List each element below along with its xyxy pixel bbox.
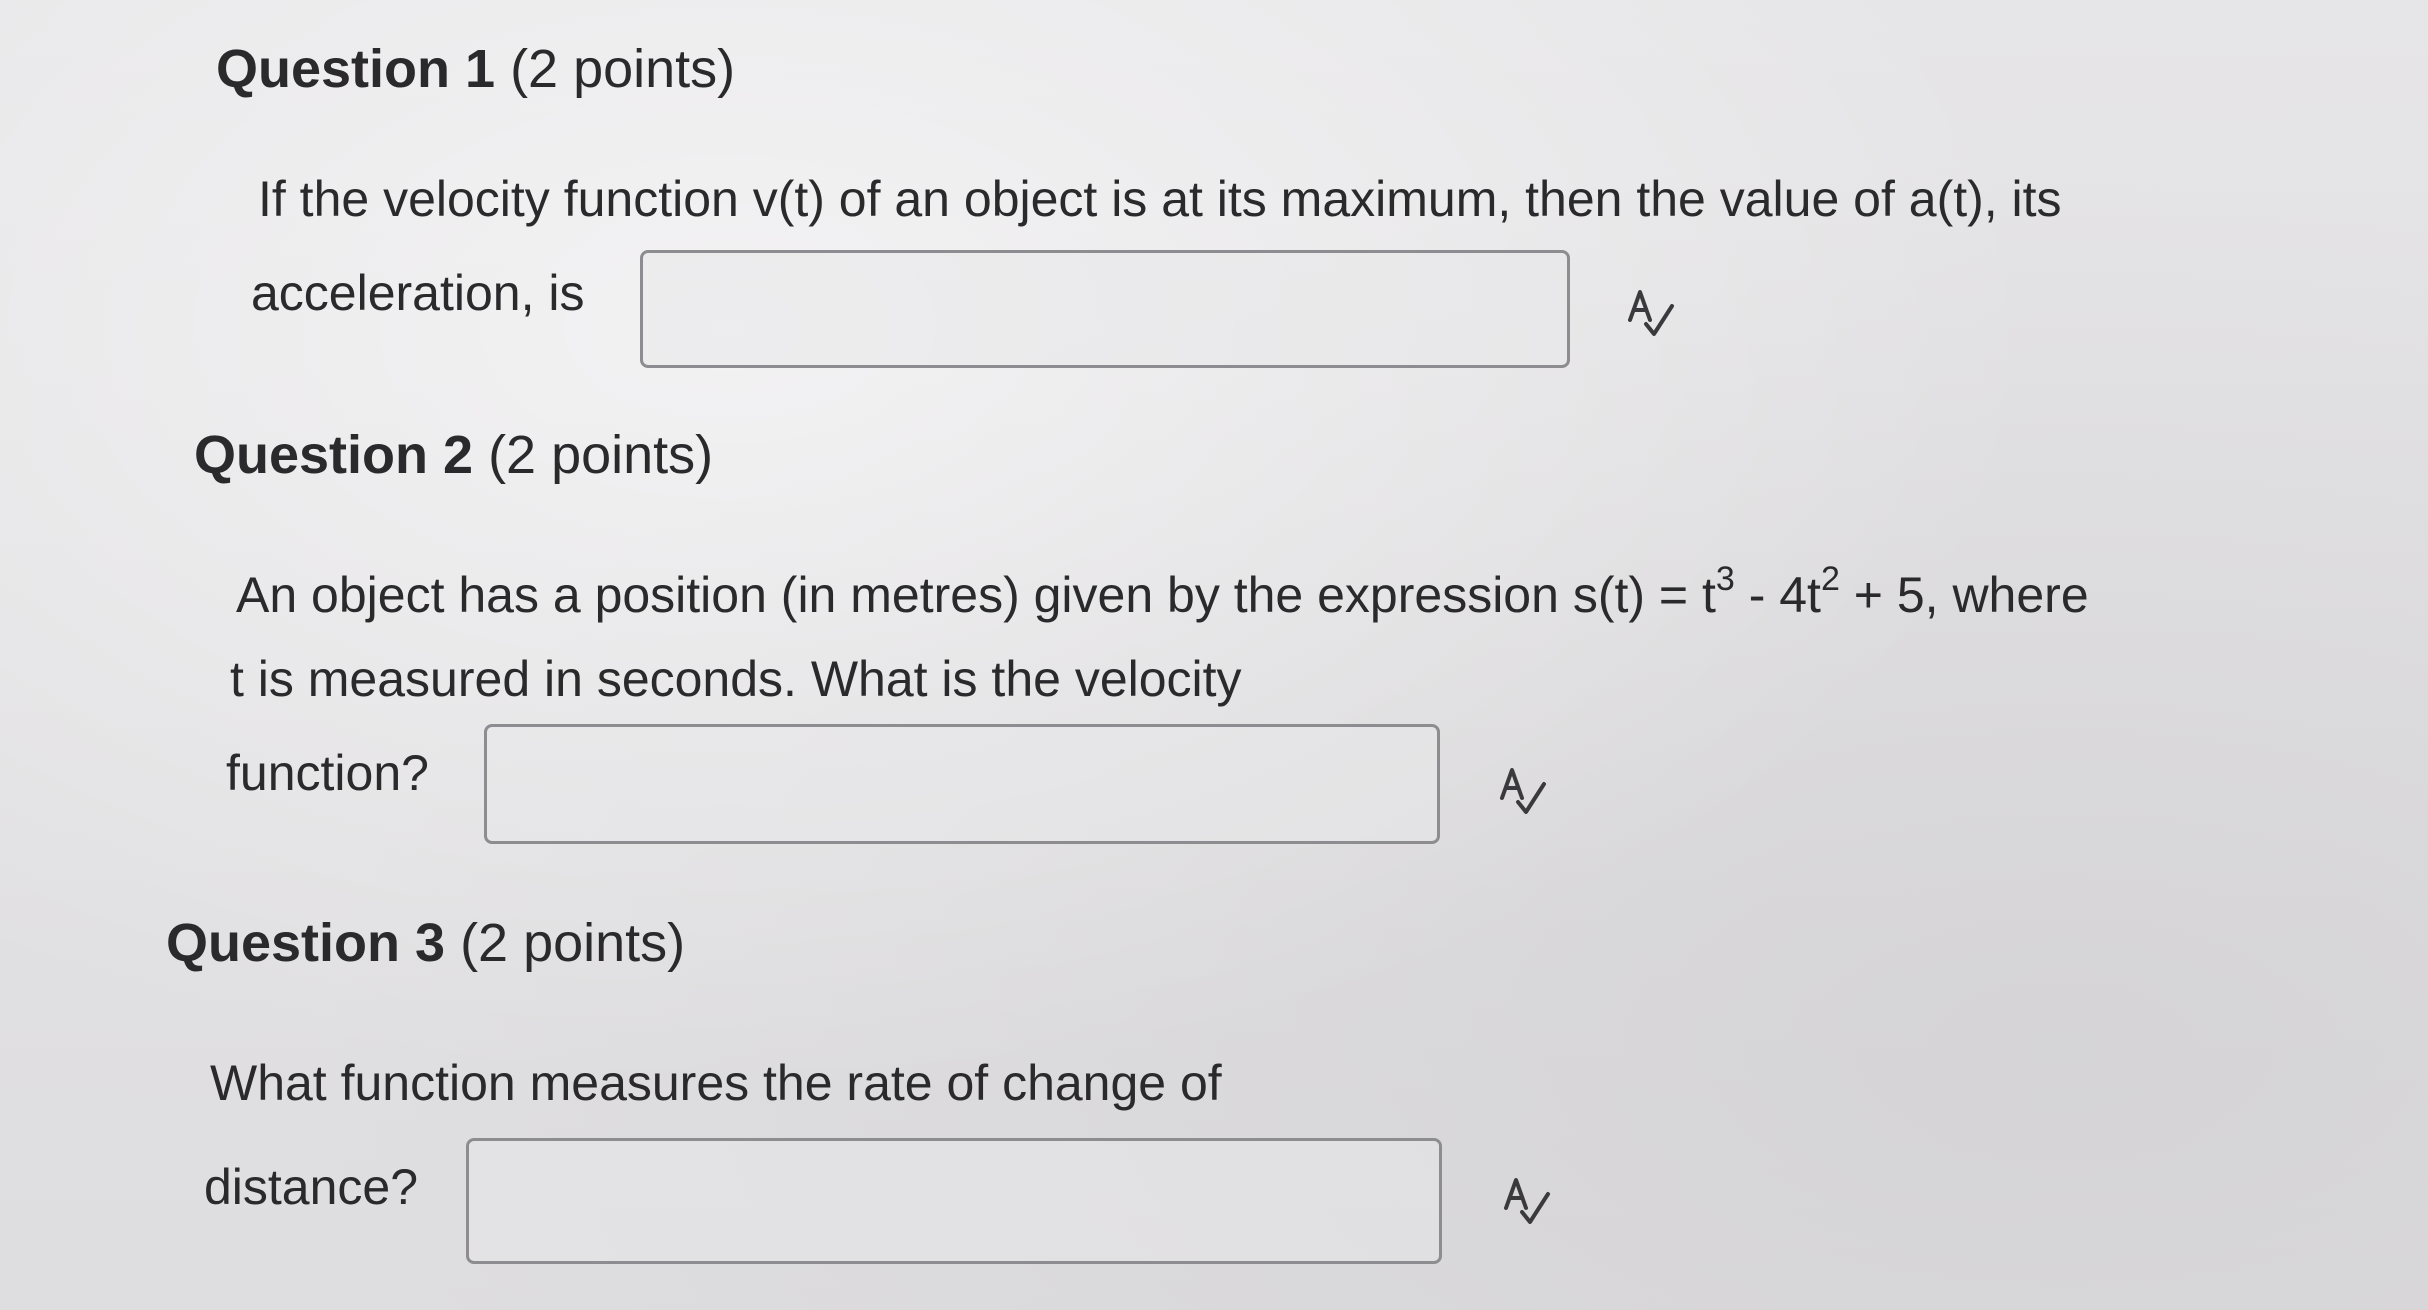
question-2-expression-part-2: - 4t	[1734, 567, 1821, 623]
question-2-prompt-line-1: An object has a position (in metres) giv…	[236, 562, 2089, 624]
question-1-points: (2 points)	[510, 39, 736, 99]
question-2-answer-input[interactable]	[484, 724, 1440, 844]
question-1-heading: Question 1 (2 points)	[216, 38, 735, 100]
question-3-prompt-line-1: What function measures the rate of chang…	[210, 1055, 1222, 1111]
question-1-number: Question 1	[216, 39, 496, 99]
question-2-exponent-2: 2	[1820, 560, 1840, 598]
spellcheck-icon[interactable]	[1622, 284, 1678, 340]
quiz-page: Question 1 (2 points) If the velocity fu…	[0, 0, 2428, 1310]
question-1-answer-input[interactable]	[640, 250, 1570, 368]
question-2-expression-part-1: An object has a position (in metres) giv…	[236, 567, 1716, 623]
question-2-expression-part-3: + 5, where	[1839, 567, 2089, 623]
spellcheck-icon[interactable]	[1498, 1172, 1554, 1228]
question-2-exponent-1: 3	[1715, 560, 1735, 598]
question-2-number: Question 2	[194, 425, 474, 485]
question-2-prompt-line-2: t is measured in seconds. What is the ve…	[230, 651, 1242, 707]
question-1-prompt-line-1: If the velocity function v(t) of an obje…	[258, 171, 2062, 227]
question-3-heading: Question 3 (2 points)	[166, 912, 685, 974]
question-2-points: (2 points)	[488, 425, 714, 485]
question-3-answer-input[interactable]	[466, 1138, 1442, 1264]
spellcheck-icon[interactable]	[1494, 762, 1550, 818]
question-2-prompt-line-3: function?	[226, 745, 429, 801]
question-3-number: Question 3	[166, 913, 446, 973]
question-2-heading: Question 2 (2 points)	[194, 424, 713, 486]
question-3-points: (2 points)	[460, 913, 686, 973]
question-1-prompt-line-2: acceleration, is	[251, 265, 585, 321]
question-3-prompt-line-2: distance?	[204, 1159, 419, 1215]
